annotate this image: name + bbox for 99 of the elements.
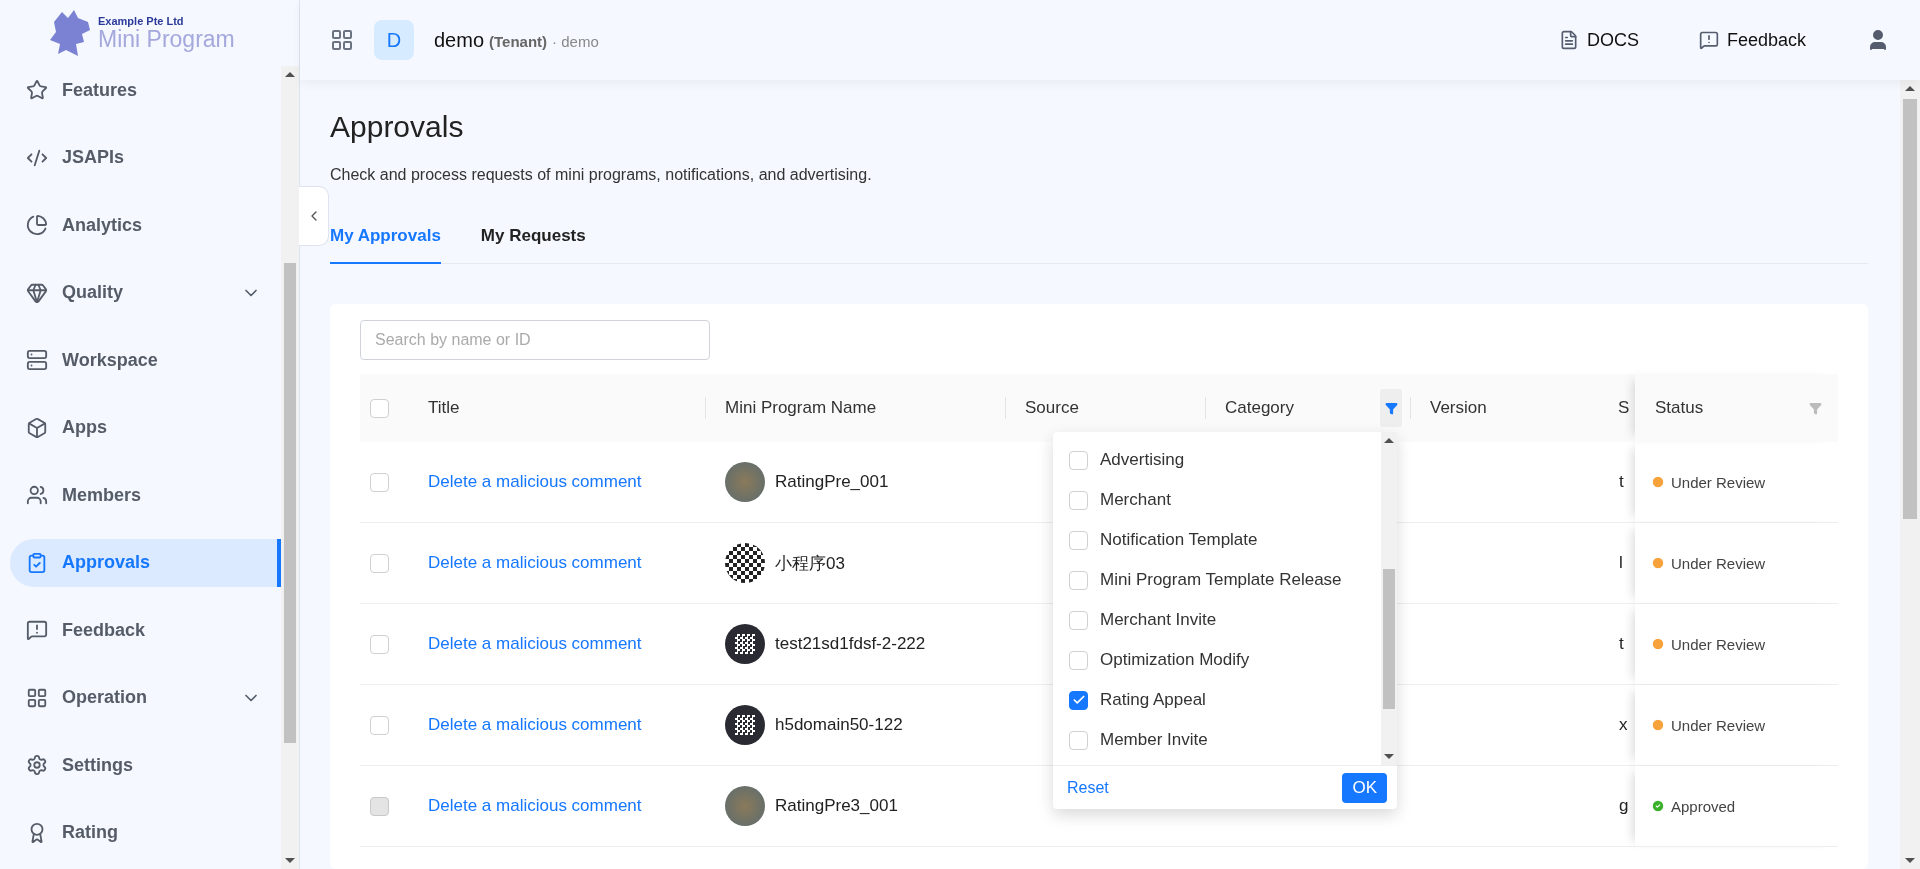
column-header: S xyxy=(1615,374,1635,442)
feedback-link[interactable]: Feedback xyxy=(1698,29,1806,51)
filter-option[interactable]: Optimization Modify xyxy=(1053,640,1381,680)
status-text: Under Review xyxy=(1671,554,1766,572)
docs-link[interactable]: DOCS xyxy=(1558,29,1639,51)
table-cell: x xyxy=(1619,715,1628,735)
table-cell: t xyxy=(1619,634,1624,654)
filter-option[interactable]: Merchant Invite xyxy=(1053,600,1381,640)
table-cell: h5domain50-122 xyxy=(775,715,903,735)
logo-icon xyxy=(48,8,92,58)
filter-option[interactable]: Rating Appeal xyxy=(1053,680,1381,720)
product-name: Mini Program xyxy=(98,27,235,51)
sidebar-item[interactable]: Rating xyxy=(10,808,281,857)
collapse-handle[interactable] xyxy=(299,186,329,246)
app-grid-icon[interactable] xyxy=(330,28,354,52)
gem-icon xyxy=(26,281,48,304)
filter-button[interactable] xyxy=(1380,389,1402,427)
tenant-avatar: D xyxy=(374,20,414,60)
filter-option[interactable]: Member Invite xyxy=(1053,720,1381,760)
status-text: Under Review xyxy=(1671,716,1766,734)
option-label: Optimization Modify xyxy=(1100,650,1250,670)
page-title: Approvals xyxy=(330,110,465,144)
photo-placeholder xyxy=(725,786,765,826)
tab[interactable]: My Approvals xyxy=(330,218,441,264)
option-label: Merchant Invite xyxy=(1100,610,1217,630)
reset-link[interactable]: Reset xyxy=(1067,778,1109,797)
table-cell-text: 小程序03 xyxy=(775,552,845,575)
column-header: Status xyxy=(1635,374,1838,442)
title-link[interactable]: Delete a malicious comment xyxy=(428,553,642,573)
option-label: Advertising xyxy=(1100,450,1185,470)
photo-placeholder xyxy=(725,462,765,502)
status-text: Under Review xyxy=(1671,635,1766,653)
message-alert-icon xyxy=(1698,30,1719,50)
filter-icon xyxy=(1384,401,1398,415)
tenant-name: demo xyxy=(434,28,485,52)
option-label: Member Invite xyxy=(1100,730,1208,750)
sidebar-item[interactable]: Settings xyxy=(10,741,281,789)
grid-icon xyxy=(26,686,48,709)
row-checkbox[interactable] xyxy=(370,472,389,492)
select-all-checkbox[interactable] xyxy=(370,398,389,418)
column-header: Title xyxy=(408,374,705,442)
filter-option[interactable]: Merchant xyxy=(1053,480,1381,520)
sidebar-scrollbar[interactable] xyxy=(281,66,299,869)
company-name: Example Pte Ltd xyxy=(98,15,185,27)
qr-code-icon xyxy=(725,705,765,745)
tenant-suffix: · demo xyxy=(552,32,599,50)
table-cell: RatingPre_001 xyxy=(775,472,889,492)
status-text: Under Review xyxy=(1671,473,1766,491)
box-icon xyxy=(26,416,48,439)
title-link[interactable]: Delete a malicious comment xyxy=(428,715,642,735)
sidebar-item[interactable]: Analytics xyxy=(10,201,281,249)
option-checkbox[interactable] xyxy=(1069,690,1088,710)
filter-option[interactable]: Notification Template xyxy=(1053,520,1381,560)
option-label: Mini Program Template Release xyxy=(1100,570,1342,590)
checkmark-icon xyxy=(1071,693,1086,707)
sidebar-item[interactable]: Apps xyxy=(10,403,281,452)
settings-icon xyxy=(26,754,48,776)
sidebar-item[interactable]: Quality xyxy=(10,268,281,317)
qr-code-icon xyxy=(725,624,765,664)
table-cell: g xyxy=(1619,796,1629,816)
check-circle-icon xyxy=(1651,799,1665,813)
sidebar-item[interactable]: Approvals xyxy=(10,538,281,587)
title-link[interactable]: Delete a malicious comment xyxy=(428,472,642,492)
row-checkbox[interactable] xyxy=(370,553,389,573)
filter-option[interactable]: Mini Program Template Release xyxy=(1053,560,1381,600)
column-header: Version xyxy=(1410,374,1615,442)
table-cell: t xyxy=(1619,472,1624,492)
message-alert-icon xyxy=(26,619,48,641)
option-label: Merchant xyxy=(1100,490,1171,510)
sidebar-item[interactable]: Members xyxy=(10,471,281,519)
filter-icon[interactable] xyxy=(1809,401,1822,415)
table-cell: l xyxy=(1619,553,1623,573)
option-label: Rating Appeal xyxy=(1100,690,1206,710)
filter-option[interactable]: Advertising xyxy=(1053,440,1381,480)
users-icon xyxy=(26,484,48,506)
table-cell: RatingPre3_001 xyxy=(775,796,898,816)
tab[interactable]: My Requests xyxy=(480,218,586,264)
ok-button[interactable]: OK xyxy=(1342,772,1387,803)
title-link[interactable]: Delete a malicious comment xyxy=(428,634,642,654)
tenant-type: (Tenant) xyxy=(489,32,548,50)
star-icon xyxy=(26,79,48,101)
table-cell: test21sd1fdsf-2-222 xyxy=(775,634,926,654)
pie-chart-icon xyxy=(26,214,48,236)
option-label: Notification Template xyxy=(1100,530,1258,550)
sidebar-item[interactable]: Operation xyxy=(10,673,281,722)
sidebar-item[interactable]: JSAPIs xyxy=(10,133,281,182)
sidebar-item[interactable]: Feedback xyxy=(10,606,281,654)
status-text: Approved xyxy=(1671,797,1736,815)
row-checkbox[interactable] xyxy=(370,634,389,654)
row-checkbox[interactable] xyxy=(370,715,389,735)
page-scrollbar[interactable] xyxy=(1900,80,1920,869)
clipboard-check-icon xyxy=(26,551,48,574)
dropdown-scrollbar[interactable] xyxy=(1381,432,1397,765)
column-header: Mini Program Name xyxy=(705,374,1005,442)
search-field[interactable]: Search by name or ID xyxy=(360,320,710,360)
sidebar-item[interactable]: Workspace xyxy=(10,336,281,384)
page-description: Check and process requests of mini programs, notifications, and advertising. xyxy=(330,166,873,184)
sidebar-item[interactable]: Features xyxy=(10,66,281,114)
server-icon xyxy=(26,349,48,371)
